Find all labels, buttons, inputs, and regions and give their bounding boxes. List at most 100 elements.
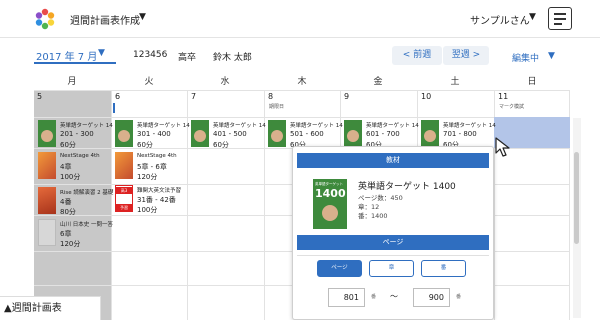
plan-title: 英単語ターゲット 14 xyxy=(290,123,343,129)
month-dropdown-caret-icon: ▼ xyxy=(98,48,105,58)
plan-item[interactable]: 英単語ターゲット 14 301 - 400 60分 xyxy=(115,120,190,150)
weekday-sat: 土 xyxy=(450,77,460,87)
plan-title: 英単語ターゲット 14 xyxy=(60,123,113,129)
book-cover-image: 高3 予習 xyxy=(115,185,133,212)
plan-item[interactable]: 高3 予習 難関大英文法予習 31番 - 42番 100分 xyxy=(115,185,187,215)
grid-line xyxy=(34,117,570,118)
book-cover-image: 英単語ターゲット 1400 xyxy=(313,179,347,229)
weekday-mon: 月 xyxy=(67,77,77,87)
weekday-tue: 火 xyxy=(144,77,154,87)
plan-time: 100分 xyxy=(60,173,81,181)
date-number: 8 xyxy=(268,92,274,101)
plan-item[interactable]: NextStage 4th 5章 - 6章 120分 xyxy=(115,152,187,182)
plan-title: 英単語ターゲット 14 xyxy=(137,123,190,129)
prev-week-button[interactable]: < 前週 xyxy=(392,46,442,65)
book-cover-image xyxy=(115,152,133,179)
plan-title: NextStage 4th xyxy=(137,153,177,159)
plan-range: 301 - 400 xyxy=(137,130,171,138)
plan-title: 山川 日本史 一問一答 xyxy=(60,222,113,228)
page-section-header: ページ xyxy=(297,235,489,250)
range-end-unit: 番 xyxy=(456,294,462,300)
range-separator: ～ xyxy=(390,292,398,301)
plan-item[interactable]: 英単語ターゲット 14 401 - 500 60分 xyxy=(191,120,266,150)
plan-item[interactable]: NextStage 4th 4章 100分 xyxy=(38,152,110,182)
plan-range: 6章 xyxy=(60,230,72,238)
book-cover-image xyxy=(191,120,209,147)
plan-title: NextStage 4th xyxy=(60,153,100,159)
student-id: 123456 xyxy=(133,50,168,60)
plan-time: 60分 xyxy=(60,141,76,149)
hamburger-menu-icon[interactable] xyxy=(548,7,572,30)
weekday-thu: 木 xyxy=(297,77,307,87)
plan-range: 201 - 300 xyxy=(60,130,94,138)
divider xyxy=(297,255,489,256)
student-name: 鈴木 太郎 xyxy=(213,53,252,63)
date-number: 10 xyxy=(421,92,432,101)
cover-badge: 高3 xyxy=(116,187,132,194)
edit-mode-caret-icon[interactable]: ▼ xyxy=(548,51,555,61)
plan-item[interactable]: 英単語ターゲット 14 201 - 300 60分 xyxy=(38,120,113,150)
tab-number[interactable]: 番 xyxy=(421,260,466,277)
date-number: 9 xyxy=(344,92,350,101)
plan-time: 60分 xyxy=(213,141,229,149)
material-popup[interactable]: 教材 英単語ターゲット 1400 英単語ターゲット 1400 ページ数：450 … xyxy=(292,146,494,320)
plan-range: 5章 - 6章 xyxy=(137,163,167,171)
date-number: 11 xyxy=(498,92,509,101)
next-week-button[interactable]: 翌週 > xyxy=(443,46,489,65)
material-number-count: 番：1400 xyxy=(358,212,388,220)
range-end-input[interactable]: 900 xyxy=(413,288,450,307)
book-cover-image xyxy=(38,219,56,246)
plan-title: 英単語ターゲット 14 xyxy=(366,123,419,129)
scrollbar-thumb[interactable] xyxy=(574,152,579,244)
plan-title: 英単語ターゲット 14 xyxy=(213,123,266,129)
material-section-header: 教材 xyxy=(297,153,489,168)
plan-item[interactable]: 山川 日本史 一問一答 6章 120分 xyxy=(38,219,113,249)
edit-mode-selector[interactable]: 編集中 xyxy=(512,51,539,64)
book-cover-image xyxy=(421,120,439,147)
user-name[interactable]: サンプルさん xyxy=(470,12,530,27)
app-dropdown-caret-icon[interactable]: ▼ xyxy=(139,12,146,22)
figure-caption: ▲週間計画表 xyxy=(0,296,101,320)
cover-dog-image xyxy=(322,205,338,221)
date-number: 7 xyxy=(191,92,197,101)
plan-item[interactable]: Rise 読解演習 2 基礎 4番 80分 xyxy=(38,187,114,217)
plan-time: 120分 xyxy=(60,240,81,248)
range-start-input[interactable]: 801 xyxy=(328,288,365,307)
plan-range: 601 - 700 xyxy=(366,130,400,138)
flower-logo-icon xyxy=(35,8,55,30)
plan-time: 120分 xyxy=(137,173,158,181)
book-cover-image xyxy=(38,187,56,214)
plan-title: Rise 読解演習 2 基礎 xyxy=(60,190,114,196)
top-bar: 週間計画表作成 ▼ サンプルさん ▼ xyxy=(0,0,600,38)
book-cover-image xyxy=(115,120,133,147)
book-cover-image xyxy=(344,120,362,147)
cover-badge: 予習 xyxy=(116,204,132,211)
plan-range: 4番 xyxy=(60,198,72,206)
app-title[interactable]: 週間計画表作成 xyxy=(70,12,140,27)
plan-range: 31番 - 42番 xyxy=(137,196,176,204)
plan-title: 英単語ターゲット 14 xyxy=(443,123,496,129)
date-number: 5 xyxy=(37,92,43,101)
student-grade: 高卒 xyxy=(178,53,197,63)
cover-number: 1400 xyxy=(315,187,346,200)
plan-time: 80分 xyxy=(60,208,76,216)
grid-line xyxy=(34,90,570,91)
user-dropdown-caret-icon[interactable]: ▼ xyxy=(529,12,536,22)
book-cover-image xyxy=(38,152,56,179)
today-indicator xyxy=(113,103,115,113)
mock-exam-event-label: マーク模試 xyxy=(499,104,525,110)
month-selector[interactable]: 2017 年 7 月 ▼ xyxy=(34,47,116,64)
mouse-pointer-icon xyxy=(495,137,510,157)
material-title: 英単語ターゲット 1400 xyxy=(358,182,456,192)
weekday-fri: 金 xyxy=(373,77,383,87)
plan-time: 60分 xyxy=(137,141,153,149)
tab-chapter[interactable]: 章 xyxy=(369,260,414,277)
plan-range: 501 - 600 xyxy=(290,130,324,138)
plan-range: 4章 xyxy=(60,163,72,171)
plan-range: 701 - 800 xyxy=(443,130,477,138)
date-number: 6 xyxy=(115,92,121,101)
tab-page[interactable]: ページ xyxy=(317,260,362,277)
weekday-sun: 日 xyxy=(527,77,537,87)
month-label: 2017 年 7 月 xyxy=(36,52,98,63)
plan-range: 401 - 500 xyxy=(213,130,247,138)
